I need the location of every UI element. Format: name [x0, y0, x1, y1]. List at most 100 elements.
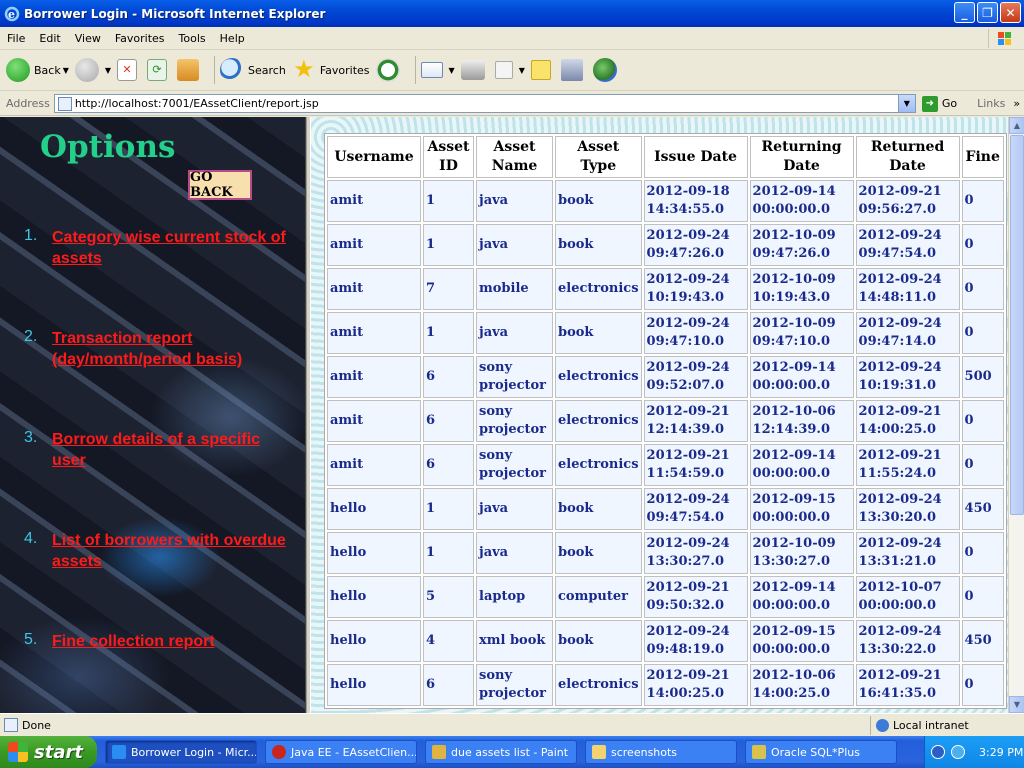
column-header-asset-id: Asset ID — [423, 136, 474, 178]
favorites-button[interactable]: ★ Favorites — [292, 55, 369, 83]
cell-username: hello — [327, 664, 421, 706]
status-text: Done — [22, 718, 51, 732]
address-url[interactable]: http://localhost:7001/EAssetClient/repor… — [75, 97, 319, 110]
cell-fine: 0 — [961, 224, 1004, 266]
taskbar-item-paint[interactable]: due assets list - Paint — [425, 740, 577, 764]
scroll-down-button[interactable]: ▼ — [1009, 696, 1024, 713]
cell-fine: 500 — [961, 356, 1004, 398]
cell-returned-date: 2012-09-21 09:56:27.0 — [855, 180, 960, 222]
start-button[interactable]: start — [0, 736, 97, 768]
mail-button[interactable]: ▼ — [420, 62, 455, 78]
edit-button[interactable]: ▼ — [494, 61, 525, 79]
research-button[interactable] — [560, 59, 587, 81]
cell-username: amit — [327, 268, 421, 310]
discuss-button[interactable] — [530, 60, 555, 80]
page-icon — [57, 96, 72, 111]
chevron-down-icon[interactable]: ▼ — [449, 66, 455, 75]
window-title-bar[interactable]: e Borrower Login - Microsoft Internet Ex… — [0, 0, 1024, 27]
back-arrow-icon — [6, 58, 30, 82]
table-row: hello 1 java book 2012-09-24 13:30:27.0 2012-… — [327, 532, 1004, 574]
print-button[interactable] — [460, 60, 489, 80]
overdue-borrowers-link[interactable]: List of borrowers with overdue assets — [52, 530, 292, 631]
cell-username: hello — [327, 620, 421, 662]
category-stock-link[interactable]: Category wise current stock of assets — [52, 227, 292, 328]
go-back-button[interactable]: GO BACK — [188, 170, 252, 200]
options-heading: Options — [40, 129, 176, 165]
cell-username: amit — [327, 356, 421, 398]
go-button[interactable]: ➜ Go — [921, 95, 957, 112]
address-dropdown-button[interactable]: ▼ — [897, 95, 915, 112]
cell-issue-date: 2012-09-21 14:00:25.0 — [643, 664, 748, 706]
maximize-button[interactable]: ❐ — [977, 2, 998, 23]
cell-username: amit — [327, 224, 421, 266]
links-button[interactable]: Links — [977, 97, 1005, 110]
scroll-thumb[interactable] — [1010, 135, 1024, 515]
column-header-fine: Fine — [961, 136, 1004, 178]
menu-edit[interactable]: Edit — [32, 32, 67, 45]
toolbar: Back ▼ ▼ ✕ ⟳ Search ★ Favorites ▼ ▼ — [0, 50, 1024, 91]
cell-asset-type: book — [555, 532, 642, 574]
task-label: due assets list - Paint — [451, 745, 569, 759]
cell-asset-id: 1 — [423, 312, 474, 354]
cell-asset-id: 5 — [423, 576, 474, 618]
menu-view[interactable]: View — [68, 32, 108, 45]
clock[interactable]: 3:29 PM — [979, 746, 1023, 759]
search-button[interactable]: Search — [220, 58, 286, 82]
home-button[interactable] — [177, 59, 203, 81]
cell-asset-id: 7 — [423, 268, 474, 310]
cell-asset-type: electronics — [555, 268, 642, 310]
internet-explorer-icon: e — [4, 6, 20, 22]
cell-issue-date: 2012-09-21 09:50:32.0 — [643, 576, 748, 618]
taskbar-item-sqlplus[interactable]: Oracle SQL*Plus — [745, 740, 897, 764]
sqlplus-icon — [752, 745, 766, 759]
cell-asset-name: sony projector — [476, 356, 553, 398]
menu-favorites[interactable]: Favorites — [108, 32, 172, 45]
chevron-down-icon[interactable]: ▼ — [105, 66, 111, 75]
history-button[interactable] — [375, 58, 404, 82]
cell-fine: 0 — [961, 268, 1004, 310]
cell-username: amit — [327, 312, 421, 354]
stop-button[interactable]: ✕ — [117, 59, 141, 81]
address-label: Address — [6, 97, 50, 110]
address-input[interactable]: http://localhost:7001/EAssetClient/repor… — [53, 94, 916, 113]
fine-collection-link[interactable]: Fine collection report — [52, 631, 292, 713]
network-icon[interactable] — [951, 745, 965, 759]
cell-asset-name: xml book — [476, 620, 553, 662]
borrow-details-link[interactable]: Borrow details of a specific user — [52, 429, 292, 530]
close-button[interactable]: ✕ — [1000, 2, 1021, 23]
menu-tools[interactable]: Tools — [172, 32, 213, 45]
report-options-list: 1. Category wise current stock of assets… — [24, 227, 294, 713]
cell-returned-date: 2012-10-07 00:00:00.0 — [855, 576, 960, 618]
globe-icon — [876, 719, 889, 732]
taskbar-item-borrower-login[interactable]: Borrower Login - Micr... — [105, 740, 257, 764]
paint-icon — [432, 745, 446, 759]
refresh-button[interactable]: ⟳ — [147, 59, 171, 81]
back-button[interactable]: Back ▼ — [6, 58, 69, 82]
forward-button[interactable]: ▼ — [74, 58, 111, 82]
chevron-down-icon[interactable]: ▼ — [63, 66, 69, 75]
scroll-up-button[interactable]: ▲ — [1009, 117, 1024, 134]
cell-username: hello — [327, 488, 421, 530]
taskbar-item-java-ee[interactable]: Java EE - EAssetClien... — [265, 740, 417, 764]
cell-asset-id: 6 — [423, 356, 474, 398]
menu-file[interactable]: File — [0, 32, 32, 45]
cell-returned-date: 2012-09-21 14:00:25.0 — [855, 400, 960, 442]
transaction-report-link[interactable]: Transaction report (day/month/period bas… — [52, 328, 292, 429]
messenger-button[interactable] — [592, 58, 621, 82]
taskbar-item-screenshots[interactable]: screenshots — [585, 740, 737, 764]
chevron-down-icon[interactable]: ▼ — [519, 66, 525, 75]
menu-help[interactable]: Help — [213, 32, 252, 45]
cell-returned-date: 2012-09-24 14:48:11.0 — [855, 268, 960, 310]
cell-fine: 0 — [961, 664, 1004, 706]
history-icon — [375, 58, 400, 82]
star-icon: ★ — [293, 55, 315, 83]
cell-username: amit — [327, 444, 421, 486]
cell-issue-date: 2012-09-21 12:14:39.0 — [643, 400, 748, 442]
vertical-scrollbar[interactable]: ▲ ▼ — [1008, 117, 1024, 713]
minimize-button[interactable]: _ — [954, 2, 975, 23]
cell-issue-date: 2012-09-24 09:48:19.0 — [643, 620, 748, 662]
tray-chevron-icon[interactable] — [931, 745, 945, 759]
table-row: hello 1 java book 2012-09-24 09:47:54.0 2012-… — [327, 488, 1004, 530]
double-chevron-right-icon[interactable]: » — [1013, 97, 1020, 110]
cell-asset-type: electronics — [555, 400, 642, 442]
